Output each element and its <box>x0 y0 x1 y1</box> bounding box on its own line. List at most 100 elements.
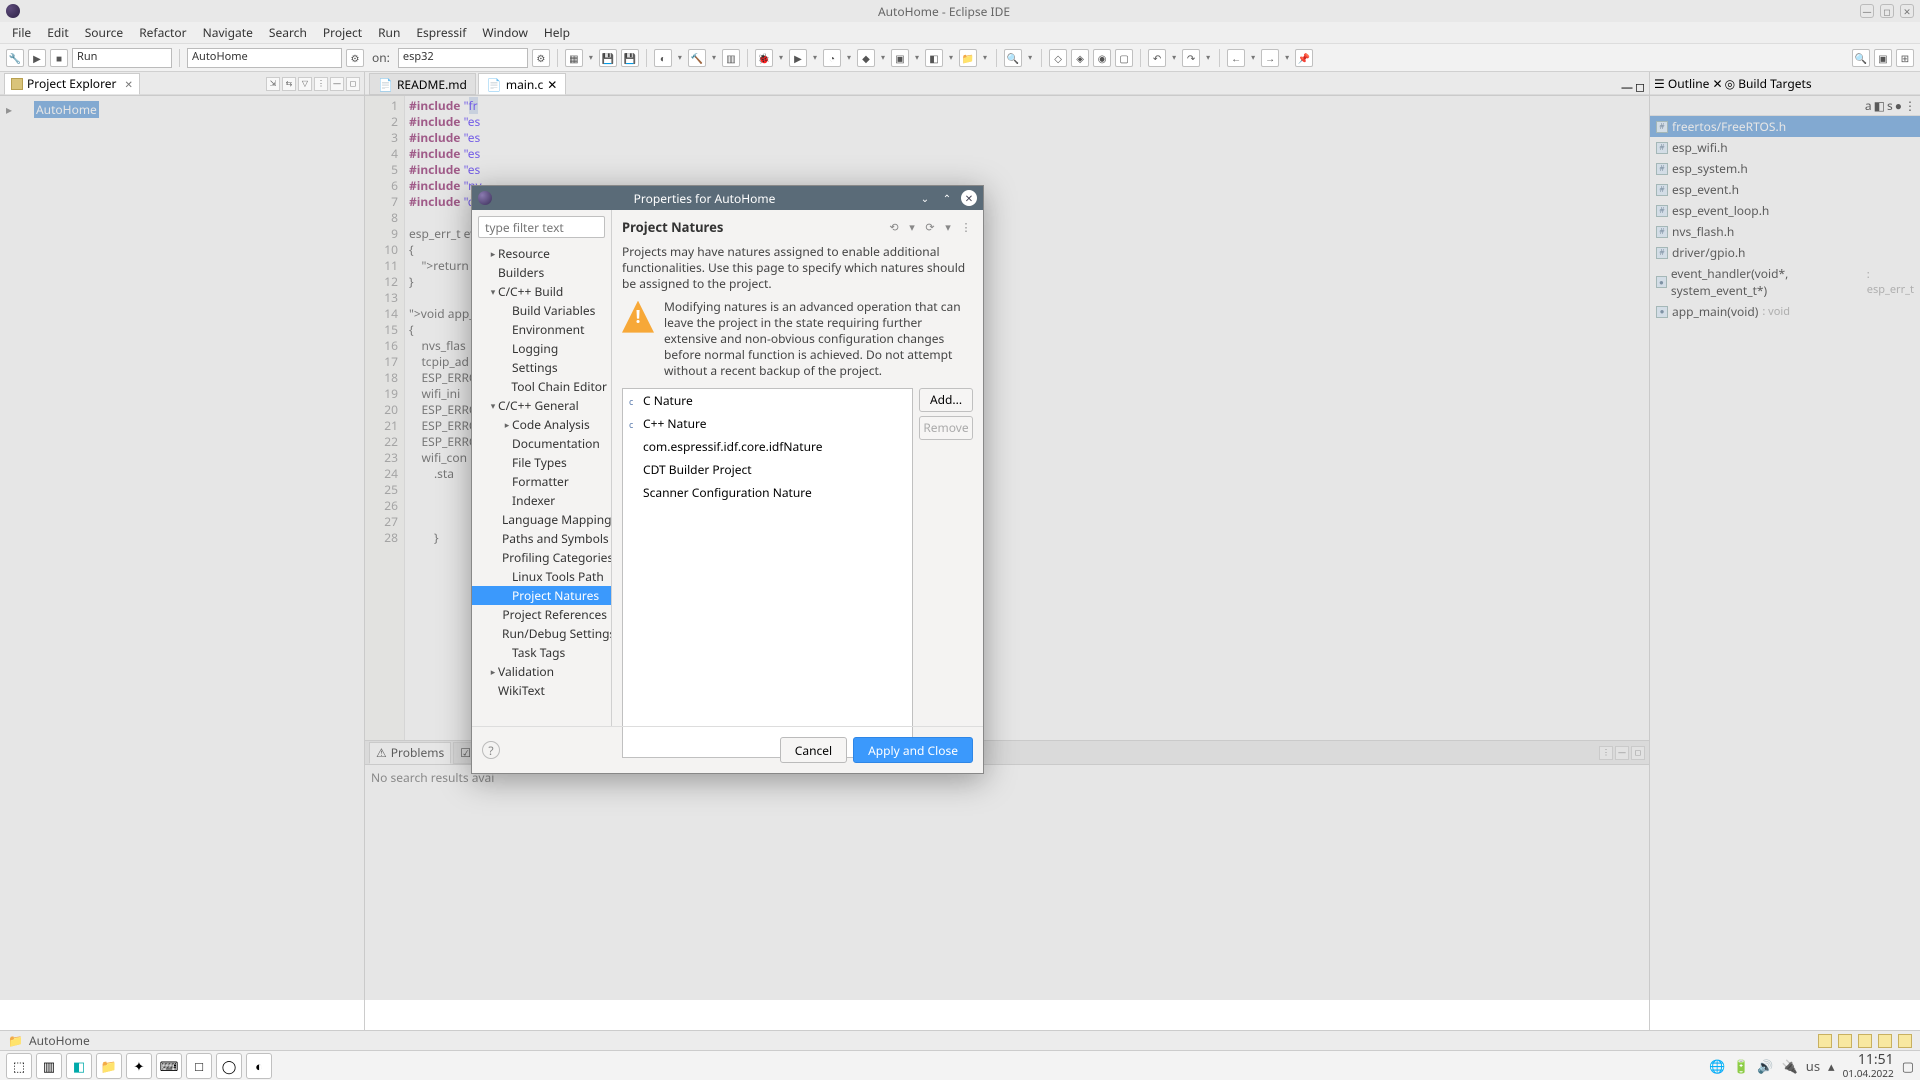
dialog-tree-node[interactable]: Builders <box>472 263 611 282</box>
show-desktop-button[interactable]: ▢ <box>1902 1057 1914 1075</box>
hide-static-button[interactable]: s <box>1887 97 1893 114</box>
chevron-down-icon[interactable]: ▾ <box>941 220 955 234</box>
status-icon[interactable] <box>1878 1034 1892 1048</box>
perspective-open-button[interactable]: ⊞ <box>1896 49 1914 67</box>
outline-item[interactable]: #esp_event_loop.h <box>1650 200 1920 221</box>
misc-button[interactable]: ↷ <box>1182 49 1200 67</box>
quick-access-button[interactable]: 🔍 <box>1852 49 1870 67</box>
editor-tab-main-c[interactable]: 📄 main.c ✕ <box>478 73 566 95</box>
menu-help[interactable]: Help <box>536 21 578 44</box>
window-close-button[interactable]: ✕ <box>1900 4 1914 18</box>
project-explorer-tab[interactable]: Project Explorer ✕ <box>4 73 140 95</box>
chevron-down-icon[interactable]: ▾ <box>676 52 684 63</box>
chevron-down-icon[interactable]: ▾ <box>1026 52 1034 63</box>
nature-row[interactable]: cC++ Nature <box>623 412 912 435</box>
app-browser-button[interactable]: ◧ <box>66 1053 92 1079</box>
hide-nonpublic-button[interactable]: ● <box>1895 97 1902 114</box>
misc-button[interactable]: ◈ <box>1071 49 1089 67</box>
build-button[interactable]: 🔧 <box>6 49 24 67</box>
dialog-chevron-down-icon[interactable]: ⌄ <box>917 190 933 206</box>
dialog-tree-node[interactable]: Project References <box>472 605 611 624</box>
view-menu-button[interactable]: ⋮ <box>1904 97 1916 114</box>
dialog-tree-node[interactable]: Formatter <box>472 472 611 491</box>
maximize-view-button[interactable]: ◻ <box>1631 746 1645 760</box>
filter-button[interactable]: ▽ <box>298 77 312 91</box>
dialog-tree-node[interactable]: ▾C/C++ General <box>472 396 611 415</box>
chevron-down-icon[interactable]: ▾ <box>777 52 785 63</box>
dialog-tree-node[interactable]: Environment <box>472 320 611 339</box>
dialog-tree-node[interactable]: Run/Debug Settings <box>472 624 611 643</box>
chevron-down-icon[interactable]: ▾ <box>1204 52 1212 63</box>
apply-and-close-button[interactable]: Apply and Close <box>853 737 973 763</box>
menu-project[interactable]: Project <box>315 21 370 44</box>
close-icon[interactable]: ✕ <box>1713 75 1723 92</box>
window-minimize-button[interactable]: — <box>1860 4 1874 18</box>
twisty-icon[interactable]: ▸ <box>502 418 512 431</box>
nature-row[interactable]: cC Nature <box>623 389 912 412</box>
chevron-down-icon[interactable]: ▾ <box>913 52 921 63</box>
nature-row[interactable]: Scanner Configuration Nature <box>623 481 912 504</box>
collapse-all-button[interactable]: ⇲ <box>266 77 280 91</box>
status-icon[interactable] <box>1898 1034 1912 1048</box>
status-icon[interactable] <box>1858 1034 1872 1048</box>
run-config-combo[interactable]: Run <box>72 48 172 68</box>
menu-window[interactable]: Window <box>474 21 536 44</box>
dialog-tree-node[interactable]: Tool Chain Editor <box>472 377 611 396</box>
dialog-tree-node[interactable]: ▾C/C++ Build <box>472 282 611 301</box>
gear-icon-2[interactable]: ⚙ <box>532 49 550 67</box>
nature-row[interactable]: com.espressif.idf.core.idfNature <box>623 435 912 458</box>
project-combo[interactable]: AutoHome <box>187 48 342 68</box>
menu-source[interactable]: Source <box>77 21 132 44</box>
dialog-tree-node[interactable]: Linux Tools Path <box>472 567 611 586</box>
nature-row[interactable]: CDT Builder Project <box>623 458 912 481</box>
save-button[interactable]: 💾 <box>599 49 617 67</box>
back-arrow-icon[interactable]: ⟲ <box>887 220 901 234</box>
menu-search[interactable]: Search <box>261 21 315 44</box>
app-eclipse-button[interactable]: ◐ <box>246 1053 272 1079</box>
app-generic-button[interactable]: ✦ <box>126 1053 152 1079</box>
menu-file[interactable]: File <box>4 21 39 44</box>
volume-icon[interactable]: 🔊 <box>1757 1057 1773 1075</box>
dialog-tree-node[interactable]: ▸Code Analysis <box>472 415 611 434</box>
minimize-view-button[interactable]: — <box>1615 746 1629 760</box>
outline-item[interactable]: ●app_main(void) : void <box>1650 301 1920 322</box>
outline-item[interactable]: ●event_handler(void*, system_event_t*) :… <box>1650 263 1920 301</box>
keyboard-layout[interactable]: us <box>1806 1057 1820 1075</box>
profile-button[interactable]: ◔ <box>823 49 841 67</box>
maximize-view-button[interactable]: ◻ <box>1635 78 1645 95</box>
twisty-icon[interactable]: ▾ <box>488 399 498 412</box>
twisty-icon[interactable]: ▸ <box>488 665 498 678</box>
dialog-tree-node[interactable]: Settings <box>472 358 611 377</box>
new-class-button[interactable]: ◧ <box>925 49 943 67</box>
forward-button[interactable]: → <box>1261 49 1279 67</box>
search-button[interactable]: 🔍 <box>1004 49 1022 67</box>
chevron-down-icon[interactable]: ▾ <box>981 52 989 63</box>
chevron-down-icon[interactable]: ▾ <box>587 52 595 63</box>
chevron-down-icon[interactable]: ▾ <box>811 52 819 63</box>
chevron-down-icon[interactable]: ▾ <box>947 52 955 63</box>
chevron-up-icon[interactable]: ▴ <box>1828 1057 1835 1075</box>
problems-tab[interactable]: ⚠ Problems <box>369 742 451 764</box>
chevron-down-icon[interactable]: ▾ <box>905 220 919 234</box>
view-menu-button[interactable]: ⋮ <box>1599 746 1613 760</box>
globe-icon[interactable]: 🌐 <box>1709 1057 1725 1075</box>
minimize-view-button[interactable]: — <box>1621 78 1633 95</box>
pin-button[interactable]: 📌 <box>1295 49 1313 67</box>
dialog-filter-input[interactable] <box>478 216 605 238</box>
coverage-button[interactable]: ◆ <box>857 49 875 67</box>
toggle-button[interactable]: ◐ <box>654 49 672 67</box>
new-folder-button[interactable]: 📁 <box>959 49 977 67</box>
maximize-view-button[interactable]: ◻ <box>346 77 360 91</box>
help-icon[interactable]: ? <box>482 741 500 759</box>
chevron-down-icon[interactable]: ▾ <box>879 52 887 63</box>
status-icon[interactable] <box>1818 1034 1832 1048</box>
chevron-down-icon[interactable]: ▾ <box>710 52 718 63</box>
dialog-tree-node[interactable]: Project Natures <box>472 586 611 605</box>
network-icon[interactable]: 🔌 <box>1782 1057 1798 1075</box>
outline-item[interactable]: #nvs_flash.h <box>1650 221 1920 242</box>
misc-button[interactable]: ▢ <box>1115 49 1133 67</box>
debug-button[interactable]: 🐞 <box>755 49 773 67</box>
editor-tab-readme[interactable]: 📄 README.md <box>369 73 476 95</box>
natures-list[interactable]: cC NaturecC++ Naturecom.espressif.idf.co… <box>622 388 913 758</box>
close-icon[interactable]: ✕ <box>547 76 557 93</box>
